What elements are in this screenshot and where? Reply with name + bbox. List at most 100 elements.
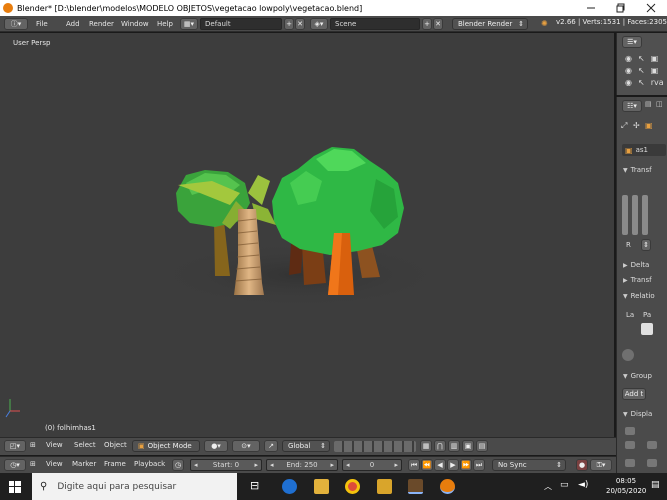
delete-scene-button[interactable]: ✕ [433, 18, 443, 30]
display-option-toggle[interactable] [647, 441, 657, 449]
object-icon[interactable]: ▣ [645, 121, 653, 130]
scene-icon-button[interactable]: ◈▾ [310, 18, 328, 30]
play-reverse-button[interactable]: ◀ [434, 459, 446, 471]
editor-type-button[interactable]: ⓘ▾ [4, 18, 28, 30]
3d-viewport[interactable]: User Persp (0) folhimhas1 [0, 33, 614, 437]
chevron-up-icon[interactable]: ︿ [544, 481, 552, 492]
pass-index-toggle[interactable] [622, 349, 634, 361]
collapse-menu-icon[interactable]: ⊞ [30, 460, 36, 468]
play-button[interactable]: ▶ [447, 459, 459, 471]
jump-keyframe-back-button[interactable]: ⏪ [421, 459, 433, 471]
increment-arrow-icon[interactable]: ▸ [394, 461, 398, 469]
blender-taskbar-icon[interactable] [440, 479, 455, 494]
outliner-panel[interactable]: ☰▾ ◉ ↖ ▣ ◉ ↖ ▣ ◉ ↖ rva [616, 33, 667, 95]
panel-transform[interactable]: ▼ Transf [619, 164, 667, 176]
outliner-editor-button[interactable]: ☰▾ [622, 36, 642, 48]
render-engine-dropdown[interactable]: Blender Render ⇕ [452, 18, 528, 30]
layer-button[interactable] [641, 323, 653, 335]
mode-dropdown[interactable]: ▣ Object Mode [132, 440, 200, 452]
transform-tool-icon[interactable]: ⤢ [621, 121, 627, 131]
increment-arrow-icon[interactable]: ▸ [330, 461, 334, 469]
3d-editor-type-button[interactable]: ◰▾ [4, 440, 26, 452]
taskbar-search-box[interactable]: ⚲ Digite aqui para pesquisar [32, 473, 237, 500]
panel-relations[interactable]: ▼ Relatio [619, 290, 667, 302]
network-icon[interactable]: ▭ [560, 480, 569, 490]
jump-start-button[interactable]: ⏮ [408, 459, 420, 471]
properties-editor-button[interactable]: ☷▾ [622, 100, 642, 112]
start-frame-field[interactable]: ◂ Start: 0 ▸ [190, 459, 262, 471]
delete-screen-button[interactable]: ✕ [295, 18, 305, 30]
running-app-icon[interactable] [408, 479, 423, 494]
rotation-slider[interactable] [632, 195, 638, 235]
keying-set-button[interactable]: ⚿▾ [590, 459, 612, 471]
windows-start-button[interactable] [9, 481, 21, 495]
maximize-button[interactable] [606, 0, 636, 16]
menu-object[interactable]: Object [104, 441, 127, 449]
timeline-menu-marker[interactable]: Marker [72, 460, 96, 468]
pivot-point-dropdown[interactable]: ⊙▾ [232, 440, 260, 452]
snap-button[interactable]: ⋂ [434, 440, 446, 452]
timeline-editor-type-button[interactable]: ◷▾ [4, 459, 26, 471]
display-option-toggle[interactable] [625, 427, 635, 435]
transform-orientation-dropdown[interactable]: Global ⇕ [282, 440, 330, 452]
menu-window[interactable]: Window [121, 20, 149, 28]
notifications-icon[interactable]: ▤ [651, 480, 660, 490]
jump-keyframe-forward-button[interactable]: ⏩ [460, 459, 472, 471]
menu-help[interactable]: Help [157, 20, 173, 28]
task-view-button[interactable]: ⊟ [250, 479, 265, 494]
viewport-shading-dropdown[interactable]: ●▾ [204, 440, 228, 452]
menu-view[interactable]: View [46, 441, 63, 449]
chrome-icon[interactable] [345, 479, 360, 494]
snap-element-button[interactable]: ▥ [448, 440, 460, 452]
end-frame-field[interactable]: ◂ End: 250 ▸ [266, 459, 338, 471]
opengl-render-button[interactable]: ▣ [462, 440, 474, 452]
increment-arrow-icon[interactable]: ▸ [254, 461, 258, 469]
display-option-toggle[interactable] [625, 441, 635, 449]
decrement-arrow-icon[interactable]: ◂ [194, 461, 198, 469]
collapse-menu-icon[interactable]: ⊞ [30, 441, 36, 449]
outliner-row[interactable]: ◉ ↖ rva [625, 76, 665, 88]
close-button[interactable] [636, 0, 666, 16]
panel-delta[interactable]: ▶ Delta [619, 259, 667, 271]
decrement-arrow-icon[interactable]: ◂ [270, 461, 274, 469]
timeline-menu-view[interactable]: View [46, 460, 63, 468]
properties-panel[interactable]: ☷▾ ▤ ◫ ⤢ ✢ ▣ ▣ as1 ▼ Transf R ⇕ ▶ Delta ▶ T… [616, 97, 667, 437]
preview-range-toggle[interactable]: ◷ [172, 459, 184, 471]
sync-mode-dropdown[interactable]: No Sync ⇕ [492, 459, 566, 471]
timeline-menu-frame[interactable]: Frame [104, 460, 126, 468]
layer-buttons[interactable] [334, 441, 416, 452]
world-icon[interactable]: ✢ [633, 121, 640, 130]
object-name-field[interactable]: ▣ as1 [622, 144, 666, 156]
panel-groups[interactable]: ▼ Group [619, 370, 667, 382]
jump-end-button[interactable]: ⏭ [473, 459, 485, 471]
menu-render[interactable]: Render [89, 20, 114, 28]
render-tab-icon[interactable]: ▤ [645, 100, 652, 108]
current-frame-field[interactable]: ◂ 0 ▸ [342, 459, 402, 471]
menu-file[interactable]: File [36, 20, 48, 28]
add-scene-button[interactable]: + [422, 18, 432, 30]
menu-select[interactable]: Select [74, 441, 96, 449]
outliner-row[interactable]: ◉ ↖ ▣ [625, 64, 665, 76]
decrement-arrow-icon[interactable]: ◂ [346, 461, 350, 469]
timeline-menu-playback[interactable]: Playback [134, 460, 165, 468]
media-app-icon[interactable] [377, 479, 392, 494]
scene-field[interactable]: Scene [330, 18, 420, 30]
panel-transform-locks[interactable]: ▶ Transf [619, 274, 667, 286]
auto-keying-button[interactable]: ● [576, 459, 588, 471]
volume-icon[interactable]: ◄) [578, 480, 588, 490]
scale-slider[interactable] [642, 195, 648, 235]
add-screen-button[interactable]: + [284, 18, 294, 30]
file-explorer-icon[interactable] [314, 479, 329, 494]
manipulator-toggle[interactable]: ↗ [264, 440, 278, 452]
render-layers-tab-icon[interactable]: ◫ [656, 100, 663, 108]
add-to-group-button[interactable]: Add t [622, 388, 646, 400]
display-option-toggle[interactable] [647, 459, 657, 467]
screen-layout-field[interactable]: Default [200, 18, 282, 30]
screen-layout-icon-button[interactable]: ▦▾ [180, 18, 198, 30]
edge-browser-icon[interactable] [282, 479, 297, 494]
outliner-row[interactable]: ◉ ↖ ▣ [625, 52, 665, 64]
panel-display[interactable]: ▼ Displa [619, 408, 667, 420]
proportional-edit-button[interactable]: ▦ [420, 440, 432, 452]
opengl-anim-button[interactable]: ▤ [476, 440, 488, 452]
menu-add[interactable]: Add [66, 20, 80, 28]
